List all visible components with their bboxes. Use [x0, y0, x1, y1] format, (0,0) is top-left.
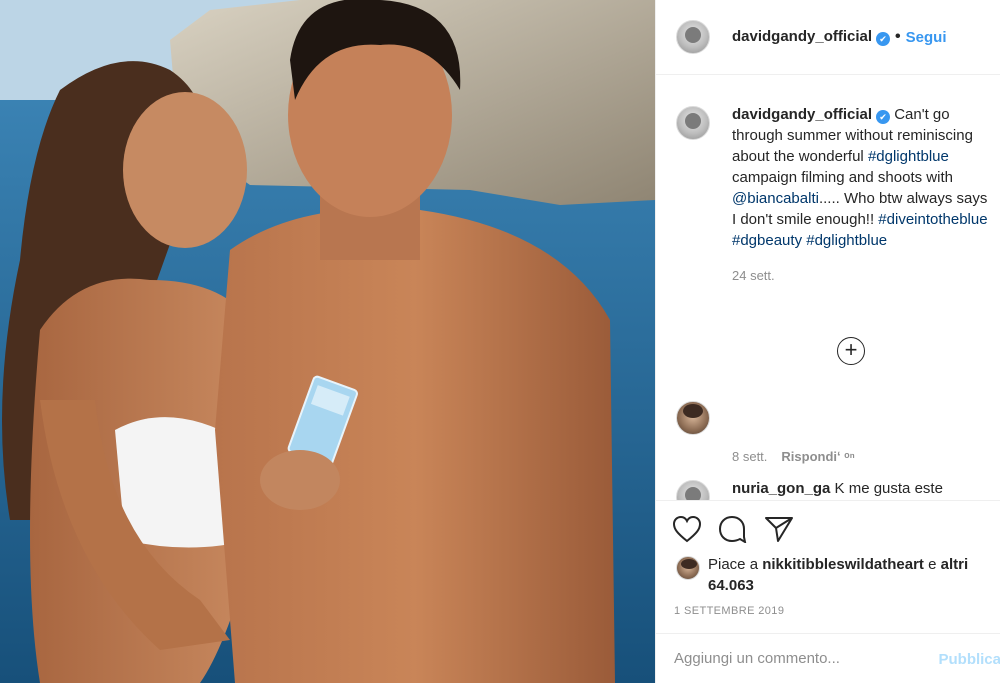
follow-button[interactable]: Segui [906, 29, 947, 46]
verified-badge-icon: ✔ [876, 32, 891, 46]
post-actions: Piace a nikkitibbleswildatheart e altri … [656, 500, 1000, 633]
separator-dot: • [895, 28, 901, 45]
post-header: davidgandy_official ✔ • Segui [656, 0, 1000, 75]
action-icons [672, 515, 794, 543]
woman-hand [260, 450, 340, 510]
caption-comment: davidgandy_official ✔ Can't go through su… [676, 104, 992, 286]
woman-face [123, 92, 247, 248]
mention-link[interactable]: @biancabalti [732, 190, 819, 207]
likes-conjunction: e [923, 556, 941, 573]
comment-age[interactable]: 8 sett. [732, 449, 767, 464]
post-date[interactable]: 1 SETTEMBRE 2019 [674, 605, 784, 617]
reply-label[interactable]: Rispondi [781, 449, 837, 464]
likes-prefix: Piace a [708, 556, 763, 573]
commenter-username[interactable]: nuria_gon_ga [732, 480, 830, 497]
hashtag-link[interactable]: #dglightblue [868, 148, 949, 165]
likes-text: Piace a nikkitibbleswildatheart e altri … [708, 554, 998, 596]
load-more-comments-icon[interactable]: + [837, 337, 865, 365]
liker-username[interactable]: nikkitibbleswildatheart [762, 556, 924, 573]
caption-username[interactable]: davidgandy_official [732, 106, 872, 123]
caption-avatar[interactable] [676, 106, 710, 140]
hashtag-link[interactable]: #dgbeauty [732, 232, 802, 249]
reply-button[interactable]: Rispondiʻ ᵒⁿ [781, 449, 854, 464]
caption-text-2: campaign filming and shoots with [732, 169, 953, 186]
heart-icon[interactable] [672, 515, 702, 543]
verified-badge-icon: ✔ [876, 110, 891, 124]
hashtag-link[interactable]: #diveintotheblue [878, 211, 987, 228]
author-username[interactable]: davidgandy_official ✔ [732, 28, 891, 46]
comment-input[interactable] [674, 650, 944, 667]
likes-summary: Piace a nikkitibbleswildatheart e altri … [676, 554, 998, 596]
paper-plane-icon[interactable] [764, 515, 794, 543]
post-sidebar: davidgandy_official ✔ • Segui davidgandy_… [655, 0, 1000, 683]
comment-icon[interactable] [718, 515, 748, 543]
add-comment-bar: Pubblica [656, 633, 1000, 683]
comment-meta: 8 sett. Rispondiʻ ᵒⁿ [732, 449, 855, 464]
publish-button[interactable]: Pubblica [938, 651, 1000, 668]
comments-list[interactable]: davidgandy_official ✔ Can't go through su… [656, 76, 1000, 500]
liker-avatar[interactable] [676, 556, 700, 580]
comment-item: 8 sett. Rispondiʻ ᵒⁿ [676, 401, 855, 464]
hashtag-link[interactable]: #dglightblue [806, 232, 887, 249]
comment-text: nuria_gon_ga K me gusta este [732, 480, 943, 497]
author-username-text[interactable]: davidgandy_official [732, 28, 872, 45]
caption-body: davidgandy_official ✔ Can't go through su… [732, 104, 992, 286]
comment-item: nuria_gon_ga K me gusta este [676, 480, 943, 500]
author-avatar[interactable] [676, 20, 710, 54]
caption-age[interactable]: 24 sett. [732, 265, 992, 286]
reply-extra: ʻ ᵒⁿ [837, 449, 855, 464]
post-photo[interactable] [0, 0, 655, 683]
man-torso [215, 208, 615, 683]
commenter-avatar[interactable] [676, 480, 710, 500]
photo-illustration [0, 0, 655, 683]
commenter-avatar[interactable] [676, 401, 710, 435]
comment-body: K me gusta este [834, 480, 943, 497]
